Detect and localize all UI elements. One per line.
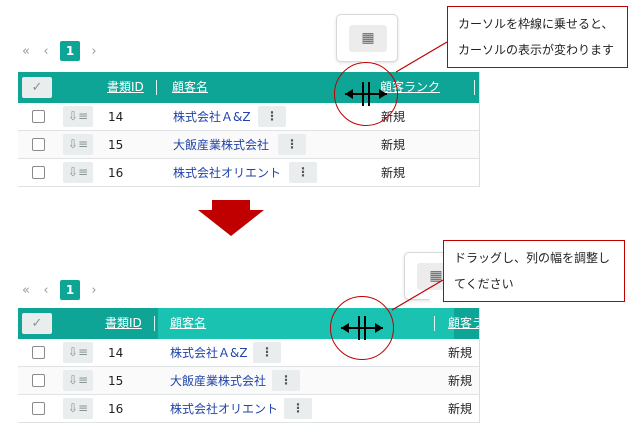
doc-list-icon[interactable]: ⇩≡ — [63, 106, 93, 127]
doc-id-cell: 14 — [108, 346, 124, 360]
grid-header: ✓ 書類ID 顧客名 顧客ランク — [18, 72, 479, 103]
column-header-rank[interactable]: 顧客ラ — [448, 308, 479, 339]
row-checkbox[interactable] — [32, 138, 45, 151]
more-icon[interactable]: ⋮ — [284, 398, 312, 419]
doc-list-icon[interactable]: ⇩≡ — [63, 370, 93, 391]
row-checkbox[interactable] — [32, 166, 45, 179]
doc-id-cell: 15 — [108, 138, 124, 152]
grid-body: ⇩≡ 14 株式会社Ａ&Z ⋮ 新規 ⇩≡ 15 大飯産業株式会社 ⋮ 新規 ⇩… — [18, 339, 479, 423]
column-resize-cursor-icon — [345, 82, 387, 106]
row-checkbox[interactable] — [32, 110, 45, 123]
table-row[interactable]: ⇩≡ 14 株式会社Ａ&Z ⋮ 新規 — [18, 339, 479, 367]
doc-list-icon[interactable]: ⇩≡ — [63, 398, 93, 419]
column-header-doc-id[interactable]: 書類ID — [105, 308, 142, 339]
doc-list-icon[interactable]: ⇩≡ — [63, 342, 93, 363]
first-page-button[interactable]: « — [20, 44, 32, 59]
rank-cell: 新規 — [381, 138, 406, 152]
doc-id-cell: 15 — [108, 374, 124, 388]
column-header-customer[interactable]: 顧客名 — [172, 72, 208, 103]
select-all-checkbox[interactable]: ✓ — [22, 313, 52, 334]
more-icon[interactable]: ⋮ — [278, 134, 306, 155]
grid-body: ⇩≡ 14 株式会社Ａ&Z ⋮ 新規 ⇩≡ 15 大飯産業株式会社 ⋮ 新規 ⇩… — [18, 103, 479, 187]
callout-text: てください — [454, 277, 514, 291]
customer-link[interactable]: 大飯産業株式会社 — [170, 367, 266, 395]
pagination: « ‹ 1 › — [20, 280, 100, 300]
table-row[interactable]: ⇩≡ 16 株式会社オリエント ⋮ 新規 — [18, 395, 479, 423]
doc-list-icon[interactable]: ⇩≡ — [63, 162, 93, 183]
current-page[interactable]: 1 — [60, 280, 80, 300]
next-page-button[interactable]: › — [88, 44, 100, 59]
doc-id-cell: 16 — [108, 166, 124, 180]
pagination: « ‹ 1 › — [20, 41, 100, 61]
select-all-checkbox[interactable]: ✓ — [22, 77, 52, 98]
doc-list-icon[interactable]: ⇩≡ — [63, 134, 93, 155]
instruction-callout: カーソルを枠線に乗せると、 カーソルの表示が変わります — [447, 6, 628, 68]
more-icon[interactable]: ⋮ — [289, 162, 317, 183]
column-settings-popup: ▦ — [336, 14, 398, 70]
table-row[interactable]: ⇩≡ 14 株式会社Ａ&Z ⋮ 新規 — [18, 103, 479, 131]
after-panel: « ‹ 1 › ▦ ✓ 書類ID 顧客名 顧客ラ ⇩≡ 14 株式会社Ａ&Z ⋮… — [0, 240, 640, 436]
document-grid: ✓ 書類ID 顧客名 顧客ラ ⇩≡ 14 株式会社Ａ&Z ⋮ 新規 ⇩≡ 15 … — [18, 308, 480, 423]
row-checkbox[interactable] — [32, 374, 45, 387]
current-page[interactable]: 1 — [60, 41, 80, 61]
row-checkbox[interactable] — [32, 402, 45, 415]
prev-page-button[interactable]: ‹ — [40, 283, 52, 298]
instruction-callout: ドラッグし、列の幅を調整し てください — [443, 240, 625, 302]
column-header-customer[interactable]: 顧客名 — [170, 308, 206, 339]
first-page-button[interactable]: « — [20, 283, 32, 298]
rank-cell: 新規 — [448, 402, 473, 416]
prev-page-button[interactable]: ‹ — [40, 44, 52, 59]
doc-id-cell: 16 — [108, 402, 124, 416]
column-header-doc-id[interactable]: 書類ID — [107, 72, 144, 103]
more-icon[interactable]: ⋮ — [253, 342, 281, 363]
callout-text: ドラッグし、列の幅を調整し — [454, 251, 611, 265]
customer-link[interactable]: 株式会社オリエント — [170, 395, 278, 423]
table-row[interactable]: ⇩≡ 15 大飯産業株式会社 ⋮ 新規 — [18, 131, 479, 159]
table-row[interactable]: ⇩≡ 16 株式会社オリエント ⋮ 新規 — [18, 159, 479, 187]
doc-id-cell: 14 — [108, 110, 124, 124]
rank-cell: 新規 — [448, 346, 473, 360]
rank-cell: 新規 — [381, 166, 406, 180]
table-row[interactable]: ⇩≡ 15 大飯産業株式会社 ⋮ 新規 — [18, 367, 479, 395]
more-icon[interactable]: ⋮ — [258, 106, 286, 127]
callout-text: カーソルを枠線に乗せると、 — [458, 17, 614, 31]
grid-header: ✓ 書類ID 顧客名 顧客ラ — [18, 308, 479, 339]
customer-link[interactable]: 大飯産業株式会社 — [173, 131, 269, 159]
customer-link[interactable]: 株式会社Ａ&Z — [173, 103, 251, 131]
callout-text: カーソルの表示が変わります — [458, 43, 615, 57]
before-panel: « ‹ 1 › ▦ ✓ 書類ID 顧客名 顧客ランク ⇩≡ 14 株式会社Ａ&Z… — [0, 0, 640, 200]
more-icon[interactable]: ⋮ — [272, 370, 300, 391]
row-checkbox[interactable] — [32, 346, 45, 359]
rank-cell: 新規 — [448, 374, 473, 388]
customer-link[interactable]: 株式会社Ａ&Z — [170, 339, 248, 367]
document-grid: ✓ 書類ID 顧客名 顧客ランク ⇩≡ 14 株式会社Ａ&Z ⋮ 新規 ⇩≡ 1… — [18, 72, 480, 187]
table-icon[interactable]: ▦ — [349, 25, 387, 52]
next-page-button[interactable]: › — [88, 283, 100, 298]
column-resize-cursor-icon — [341, 316, 383, 340]
step-arrow — [198, 200, 264, 236]
customer-link[interactable]: 株式会社オリエント — [173, 159, 281, 187]
